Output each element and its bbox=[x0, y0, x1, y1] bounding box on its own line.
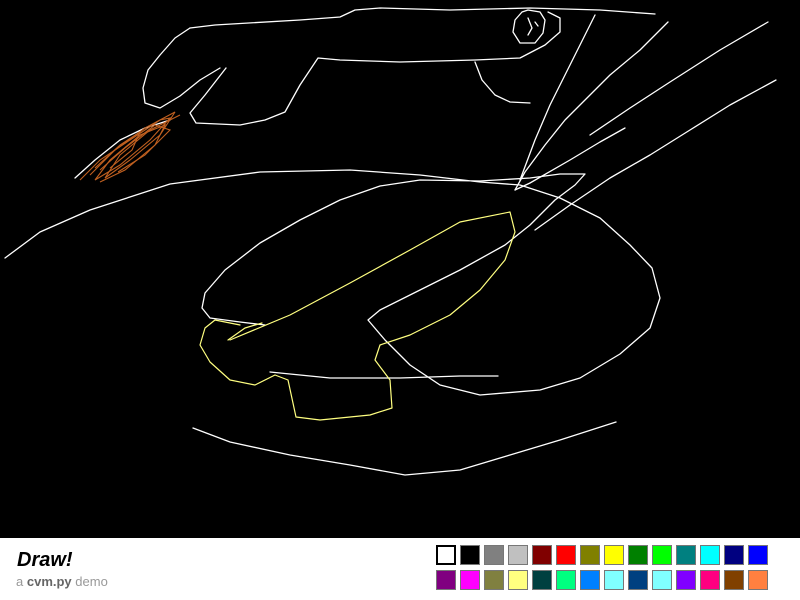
color-swatch[interactable] bbox=[700, 545, 720, 565]
subtitle-suffix: demo bbox=[75, 574, 108, 589]
drawing-canvas[interactable] bbox=[0, 0, 800, 538]
color-swatch[interactable] bbox=[508, 570, 528, 590]
color-swatch[interactable] bbox=[628, 545, 648, 565]
stroke bbox=[4, 169, 661, 396]
subtitle-brand: cvm.py bbox=[26, 574, 72, 589]
color-swatch[interactable] bbox=[748, 545, 768, 565]
color-swatch[interactable] bbox=[676, 545, 696, 565]
stroke bbox=[589, 21, 769, 136]
color-swatch[interactable] bbox=[580, 570, 600, 590]
stroke bbox=[527, 17, 539, 36]
color-swatch[interactable] bbox=[676, 570, 696, 590]
color-swatch[interactable] bbox=[652, 545, 672, 565]
color-swatch[interactable] bbox=[724, 570, 744, 590]
color-swatch[interactable] bbox=[556, 545, 576, 565]
stroke bbox=[512, 9, 546, 44]
color-swatch[interactable] bbox=[484, 545, 504, 565]
color-swatch[interactable] bbox=[460, 570, 480, 590]
color-swatch[interactable] bbox=[628, 570, 648, 590]
stroke bbox=[474, 61, 531, 104]
stroke bbox=[192, 421, 617, 476]
color-swatch[interactable] bbox=[484, 570, 504, 590]
color-swatch[interactable] bbox=[580, 545, 600, 565]
app-subtitle: a cvm.py demo bbox=[16, 574, 108, 590]
subtitle-prefix: a bbox=[16, 574, 24, 589]
color-swatch[interactable] bbox=[652, 570, 672, 590]
stroke bbox=[79, 117, 172, 183]
stroke bbox=[142, 27, 221, 109]
stroke bbox=[534, 79, 777, 231]
color-swatch[interactable] bbox=[748, 570, 768, 590]
toolbar: Draw! a cvm.py demo bbox=[0, 538, 800, 600]
stroke bbox=[514, 21, 669, 191]
app-title: Draw! bbox=[17, 549, 73, 571]
stroke bbox=[99, 124, 172, 173]
stroke bbox=[519, 14, 596, 181]
stroke bbox=[199, 211, 516, 421]
color-swatch[interactable] bbox=[508, 545, 528, 565]
drawing-strokes bbox=[4, 7, 777, 476]
stroke bbox=[227, 322, 263, 341]
stroke bbox=[189, 11, 561, 126]
color-swatch[interactable] bbox=[532, 545, 552, 565]
color-palette bbox=[436, 545, 772, 591]
color-swatch[interactable] bbox=[436, 570, 456, 590]
stroke bbox=[514, 127, 626, 191]
color-swatch[interactable] bbox=[724, 545, 744, 565]
color-swatch[interactable] bbox=[460, 545, 480, 565]
color-swatch[interactable] bbox=[532, 570, 552, 590]
color-swatch[interactable] bbox=[556, 570, 576, 590]
color-swatch[interactable] bbox=[700, 570, 720, 590]
color-swatch[interactable] bbox=[436, 545, 456, 565]
color-swatch[interactable] bbox=[604, 545, 624, 565]
color-swatch[interactable] bbox=[604, 570, 624, 590]
stroke bbox=[189, 7, 656, 29]
